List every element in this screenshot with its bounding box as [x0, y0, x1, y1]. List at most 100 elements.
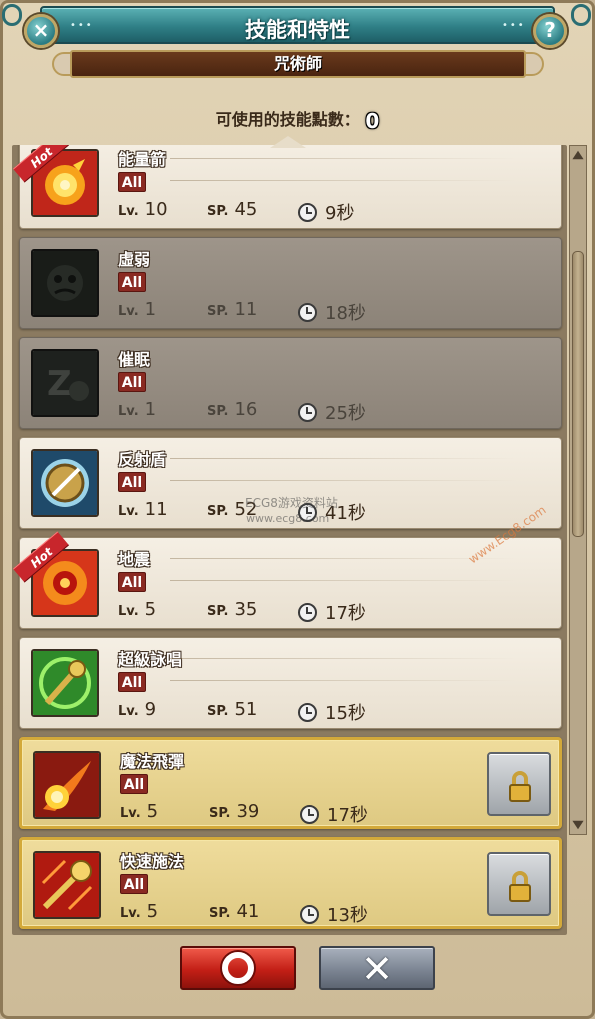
x-cancel-icon: ✕: [361, 947, 393, 991]
skill-tag: All: [120, 874, 148, 894]
skill-name: 快速施法: [120, 852, 185, 871]
divider: [170, 480, 517, 481]
skill-name: 催眠: [118, 350, 151, 369]
skill-tag: All: [118, 472, 146, 492]
magic-missile-icon: [33, 751, 101, 819]
help-icon: ?: [544, 18, 556, 42]
circle-confirm-icon: [222, 952, 254, 984]
lock-icon: [509, 784, 531, 802]
sp-label: SP.: [209, 906, 231, 921]
cooldown-value: 15秒: [325, 703, 366, 724]
clock-icon: [298, 602, 317, 622]
skill-cooldown: 25秒: [298, 399, 366, 425]
skill-card-super-chant[interactable]: 超級詠唱 All Lv. 9 SP. 51 15秒: [19, 637, 562, 729]
skill-points-label: 可使用的技能點數：: [215, 110, 360, 129]
skill-level: Lv. 1: [118, 299, 156, 320]
level-label: Lv.: [118, 204, 139, 219]
cooldown-value: 9秒: [325, 203, 355, 224]
skill-cooldown: 13秒: [300, 901, 368, 927]
scroll-thumb[interactable]: [572, 251, 584, 537]
watermark: ECG8游戏资料站: [245, 496, 338, 510]
skill-tag: All: [120, 774, 148, 794]
skill-cooldown: 17秒: [300, 801, 368, 827]
skill-tag: All: [118, 172, 146, 192]
sp-value: 51: [234, 699, 258, 720]
header-left-ornament: [2, 4, 22, 26]
skill-card-hypnosis[interactable]: Z 催眠 All Lv. 1 SP. 16 25秒: [19, 337, 562, 429]
skill-level: Lv. 5: [120, 901, 158, 922]
sp-value: 35: [234, 599, 258, 620]
cancel-button[interactable]: ✕: [319, 946, 435, 990]
clock-icon: [298, 702, 317, 722]
confirm-button[interactable]: [180, 946, 296, 990]
header-right-ornament: [571, 4, 591, 26]
skill-card-quick-cast[interactable]: 快速施法 All Lv. 5 SP. 41 13秒: [19, 837, 562, 929]
skill-tag: All: [118, 372, 146, 392]
skill-sp: SP. 16: [207, 399, 257, 420]
cooldown-value: 25秒: [325, 403, 366, 424]
level-value: 9: [144, 699, 157, 720]
sp-label: SP.: [207, 204, 229, 219]
sp-label: SP.: [207, 704, 229, 719]
cooldown-value: 18秒: [325, 303, 366, 324]
level-label: Lv.: [118, 504, 139, 519]
scroll-up-icon[interactable]: [572, 150, 584, 160]
skill-sp: SP. 51: [207, 699, 257, 720]
skill-sp: SP. 41: [209, 901, 259, 922]
close-button[interactable]: ×: [24, 14, 58, 48]
unlock-skill-button[interactable]: [487, 752, 551, 816]
level-value: 11: [144, 499, 168, 520]
level-value: 5: [146, 901, 159, 922]
skill-sp: SP. 35: [207, 599, 257, 620]
skill-level: Lv. 11: [118, 499, 168, 520]
skill-cooldown: 15秒: [298, 699, 366, 725]
level-label: Lv.: [120, 906, 141, 921]
window-header: ••• 技能和特性 •••: [40, 6, 555, 44]
skill-cooldown: 9秒: [298, 199, 354, 225]
clock-icon: [298, 402, 317, 422]
skill-name: 能量箭: [118, 150, 167, 169]
sp-label: SP.: [209, 806, 231, 821]
skill-level: Lv. 10: [118, 199, 168, 220]
level-value: 1: [144, 399, 157, 420]
skill-name: 虛弱: [118, 250, 151, 269]
sp-value: 11: [234, 299, 258, 320]
divider: [170, 658, 517, 659]
skill-list-scrollbar[interactable]: [569, 145, 587, 835]
watermark: www.ecg8.com: [246, 512, 330, 525]
level-label: Lv.: [118, 604, 139, 619]
clock-icon: [300, 804, 319, 824]
divider: [170, 458, 517, 459]
skill-level: Lv. 9: [118, 699, 156, 720]
clock-icon: [298, 302, 317, 322]
divider: [170, 558, 517, 559]
skill-cooldown: 17秒: [298, 599, 366, 625]
sp-value: 16: [234, 399, 258, 420]
window-title: 技能和特性: [245, 18, 350, 42]
help-button[interactable]: ?: [533, 14, 567, 48]
skill-sp: SP. 39: [209, 801, 259, 822]
skill-card-magic-missile[interactable]: 魔法飛彈 All Lv. 5 SP. 39 17秒: [19, 737, 562, 829]
divider: [170, 158, 517, 159]
sp-value: 41: [236, 901, 260, 922]
level-label: Lv.: [118, 704, 139, 719]
sp-label: SP.: [207, 504, 229, 519]
sp-label: SP.: [207, 304, 229, 319]
skill-card-energy-arrow[interactable]: Hot 能量箭 All Lv. 10 SP. 45 9秒: [12, 145, 562, 229]
clock-icon: [300, 904, 319, 924]
level-value: 1: [144, 299, 157, 320]
level-value: 5: [144, 599, 157, 620]
sp-label: SP.: [207, 604, 229, 619]
skill-cooldown: 18秒: [298, 299, 366, 325]
skill-points-row: 可使用的技能點數： 0: [0, 106, 595, 133]
class-name-bar: 咒術師: [70, 50, 526, 78]
level-label: Lv.: [120, 806, 141, 821]
unlock-skill-button[interactable]: [487, 852, 551, 916]
scroll-down-icon[interactable]: [572, 820, 584, 830]
reflect-shield-icon: [31, 449, 99, 517]
list-pointer: [270, 136, 306, 148]
cooldown-value: 17秒: [325, 603, 366, 624]
skill-tag: All: [118, 672, 146, 692]
skill-card-weakness[interactable]: 虛弱 All Lv. 1 SP. 11 18秒: [19, 237, 562, 329]
skill-level: Lv. 5: [120, 801, 158, 822]
